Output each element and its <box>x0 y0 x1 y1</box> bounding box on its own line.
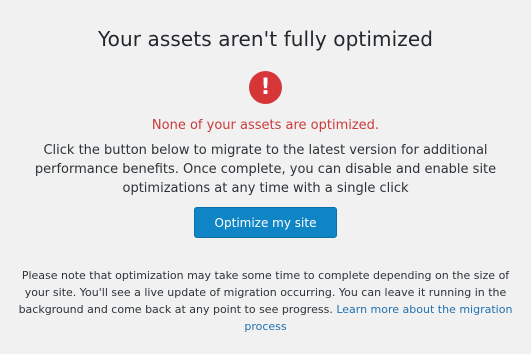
migration-note: Please note that optimization may take s… <box>15 267 516 335</box>
status-message: None of your assets are optimized. <box>151 118 380 133</box>
description-text: Click the button below to migrate to the… <box>34 143 497 196</box>
page-title: Your assets aren't fully optimized <box>97 27 434 51</box>
optimize-site-button[interactable]: Optimize my site <box>194 207 337 238</box>
optimization-panel: Your assets aren't fully optimized ! Non… <box>0 0 531 354</box>
exclamation-circle-icon: ! <box>249 71 282 104</box>
